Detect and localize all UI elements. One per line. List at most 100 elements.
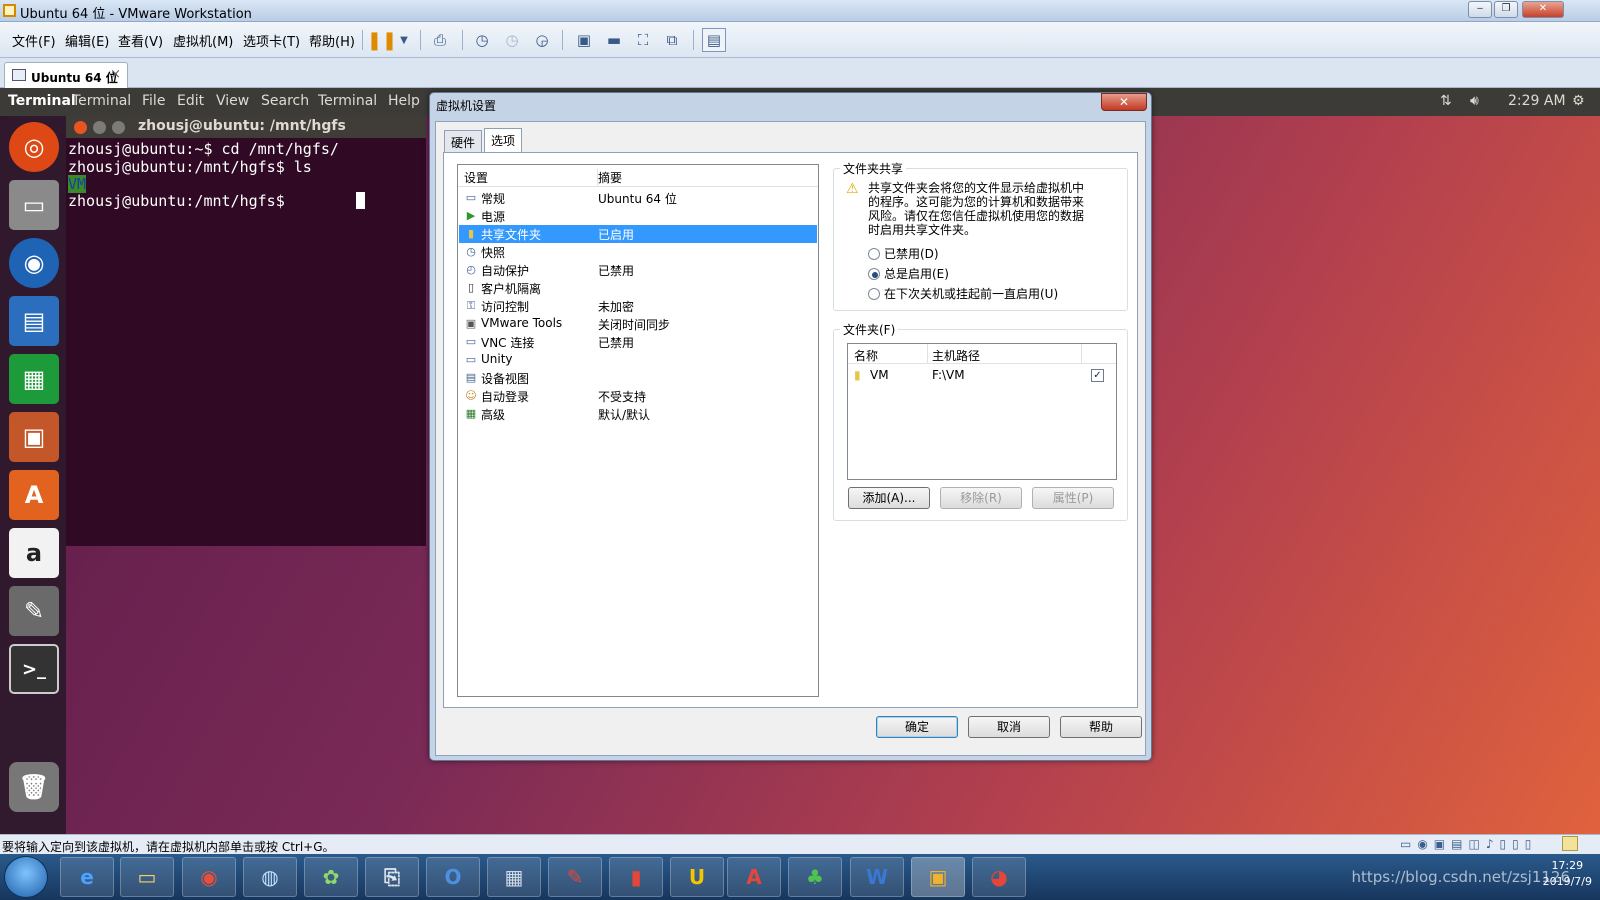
settings-item-unity[interactable]: ▭ Unity	[459, 351, 817, 369]
impress-icon[interactable]: ▣	[9, 412, 59, 462]
system-clock[interactable]: 17:29 2019/7/9	[1543, 858, 1592, 890]
settings-item-snapshots[interactable]: ◷ 快照	[459, 243, 817, 261]
ubuntu-menu-terminal[interactable]: Terminal	[72, 93, 131, 109]
amazon-icon[interactable]: a	[9, 528, 59, 578]
radio-enabled-until-poweroff[interactable]: 在下次关机或挂起前一直启用(U)	[868, 285, 1058, 302]
bookmark-app-icon[interactable]: ▮	[609, 857, 663, 897]
settings-item-access-control[interactable]: ⚿ 访问控制 未加密	[459, 297, 817, 315]
settings-item-autoprotect[interactable]: ◴ 自动保护 已禁用	[459, 261, 817, 279]
send-ctrl-alt-del-icon[interactable]: ⎙	[428, 28, 452, 52]
column-header-host-path[interactable]: 主机路径	[932, 347, 980, 364]
snapshot-manager-icon[interactable]: ◶	[530, 28, 554, 52]
folder-properties-button[interactable]: 属性(P)	[1032, 487, 1114, 509]
clover-icon[interactable]: ♣	[788, 857, 842, 897]
settings-item-general[interactable]: ▭ 常规 Ubuntu 64 位	[459, 189, 817, 207]
trash-icon[interactable]: 🗑︎	[9, 762, 59, 812]
gear-icon[interactable]: ⚙	[1572, 93, 1585, 109]
close-window-button[interactable]: ✕	[1522, 1, 1564, 18]
word-icon[interactable]: W	[850, 857, 904, 897]
terminal-icon[interactable]: >_	[9, 644, 59, 694]
console-view-icon[interactable]: ▤	[702, 28, 726, 52]
message-log-icon[interactable]	[1562, 836, 1578, 851]
snail-app-icon[interactable]: ◕	[972, 857, 1026, 897]
ubuntu-menu-edit[interactable]: Edit	[177, 93, 204, 109]
ultraedit-icon[interactable]: U	[670, 857, 724, 897]
network-app-icon[interactable]: ⎘	[365, 857, 419, 897]
remote-desktop-icon[interactable]: ▦	[487, 857, 541, 897]
settings-item-device-view[interactable]: ▤ 设备视图	[459, 369, 817, 387]
thumbnail-view-icon[interactable]: ▬	[602, 28, 626, 52]
calc-icon[interactable]: ▦	[9, 354, 59, 404]
settings-list[interactable]: 设置 摘要 ▭ 常规 Ubuntu 64 位 ▶ 电源 ▮ 共享文件夹 已启用 ◷ 快照 ◴…	[457, 164, 819, 697]
start-button[interactable]	[4, 856, 48, 898]
pdf-icon[interactable]: A	[727, 857, 781, 897]
column-header-setting[interactable]: 设置	[464, 169, 488, 186]
tab-options[interactable]: 选项	[484, 128, 523, 153]
folders-table[interactable]: 名称 主机路径 ▮ VM F:\VM ✓	[847, 343, 1117, 480]
radio-always-enabled[interactable]: 总是启用(E)	[868, 265, 949, 282]
help-button[interactable]: 帮助	[1060, 716, 1142, 738]
browser-icon[interactable]: ◍	[243, 857, 297, 897]
settings-item-shared-folders[interactable]: ▮ 共享文件夹 已启用	[459, 225, 817, 243]
device-status-icons[interactable]: ▭◉▣▤◫♪▯▯▯	[1400, 837, 1537, 851]
menu-view[interactable]: 查看(V)	[118, 31, 163, 50]
menu-help[interactable]: 帮助(H)	[309, 31, 355, 50]
remove-folder-button[interactable]: 移除(R)	[940, 487, 1022, 509]
ubuntu-menu-help[interactable]: Help	[388, 93, 420, 109]
menu-tabs[interactable]: 选项卡(T)	[243, 31, 300, 50]
network-icon[interactable]: ⇅	[1440, 93, 1452, 109]
ubuntu-menu-file[interactable]: File	[142, 93, 165, 109]
vmware-taskbar-icon[interactable]: ▣	[911, 857, 965, 897]
settings-item-vmware-tools[interactable]: ▣ VMware Tools 关闭时间同步	[459, 315, 817, 333]
menu-vm[interactable]: 虚拟机(M)	[173, 31, 233, 50]
unity-mode-icon[interactable]: ⧉	[660, 28, 684, 52]
firefox-icon[interactable]: ◉	[9, 238, 59, 288]
terminal-minimize-button[interactable]	[93, 121, 106, 134]
ie-icon[interactable]: e	[60, 857, 114, 897]
settings-item-vnc[interactable]: ▭ VNC 连接 已禁用	[459, 333, 817, 351]
dialog-close-button[interactable]: ✕	[1101, 93, 1147, 111]
files-icon[interactable]: ▭	[9, 180, 59, 230]
ubuntu-menu-view[interactable]: View	[216, 93, 249, 109]
ok-button[interactable]: 确定	[876, 716, 958, 738]
radio-disabled[interactable]: 已禁用(D)	[868, 245, 939, 262]
folder-enabled-checkbox[interactable]: ✓	[1091, 369, 1104, 382]
menu-edit[interactable]: 编辑(E)	[65, 31, 109, 50]
folder-row-vm[interactable]: ▮ VM F:\VM ✓	[848, 367, 1116, 385]
restore-button[interactable]: ❐	[1494, 1, 1518, 18]
volume-icon[interactable]: 🔊︎	[1470, 93, 1479, 109]
settings-item-advanced[interactable]: ▦ 高级 默认/默认	[459, 405, 817, 423]
tab-hardware[interactable]: 硬件	[444, 130, 483, 152]
settings-icon[interactable]: ✎	[9, 586, 59, 636]
explorer-icon[interactable]: ▭	[120, 857, 174, 897]
ubuntu-dash-icon[interactable]: ◎	[9, 122, 59, 172]
reader-app-icon[interactable]: ✎	[548, 857, 602, 897]
cancel-button[interactable]: 取消	[968, 716, 1050, 738]
ubuntu-menu-terminal-2[interactable]: Terminal	[318, 93, 377, 109]
ubuntu-menu-search[interactable]: Search	[261, 93, 309, 109]
settings-item-autologin[interactable]: ☺ 自动登录 不受支持	[459, 387, 817, 405]
chrome-icon[interactable]: ◉	[182, 857, 236, 897]
settings-item-power[interactable]: ▶ 电源	[459, 207, 817, 225]
snapshot-icon[interactable]: ◷	[470, 28, 494, 52]
software-center-icon[interactable]: A	[9, 470, 59, 520]
column-header-name[interactable]: 名称	[854, 347, 878, 364]
settings-item-guest-isolation[interactable]: ▯ 客户机隔离	[459, 279, 817, 297]
revert-snapshot-icon[interactable]: ◷	[500, 28, 524, 52]
fullscreen-icon[interactable]: ⛶	[631, 28, 655, 52]
pause-icon[interactable]: ❚❚	[367, 28, 397, 52]
column-header-summary[interactable]: 摘要	[597, 169, 622, 186]
minimize-button[interactable]: ‒	[1468, 1, 1492, 18]
ubuntu-clock[interactable]: 2:29 AM	[1508, 93, 1566, 109]
menu-file[interactable]: 文件(F)	[12, 31, 56, 50]
chat-app-icon[interactable]: ✿	[304, 857, 358, 897]
terminal-window[interactable]: zhousj@ubuntu: /mnt/hgfs zhousj@ubuntu:~…	[66, 116, 426, 546]
close-tab-icon[interactable]: ×	[110, 67, 121, 82]
writer-icon[interactable]: ▤	[9, 296, 59, 346]
add-folder-button[interactable]: 添加(A)...	[848, 487, 930, 509]
chevron-down-icon[interactable]: ▼	[392, 28, 416, 52]
vm-tab-ubuntu[interactable]: Ubuntu 64 位 ×	[4, 62, 128, 88]
terminal-maximize-button[interactable]	[112, 121, 125, 134]
terminal-close-button[interactable]	[74, 121, 87, 134]
outlook-icon[interactable]: O	[426, 857, 480, 897]
